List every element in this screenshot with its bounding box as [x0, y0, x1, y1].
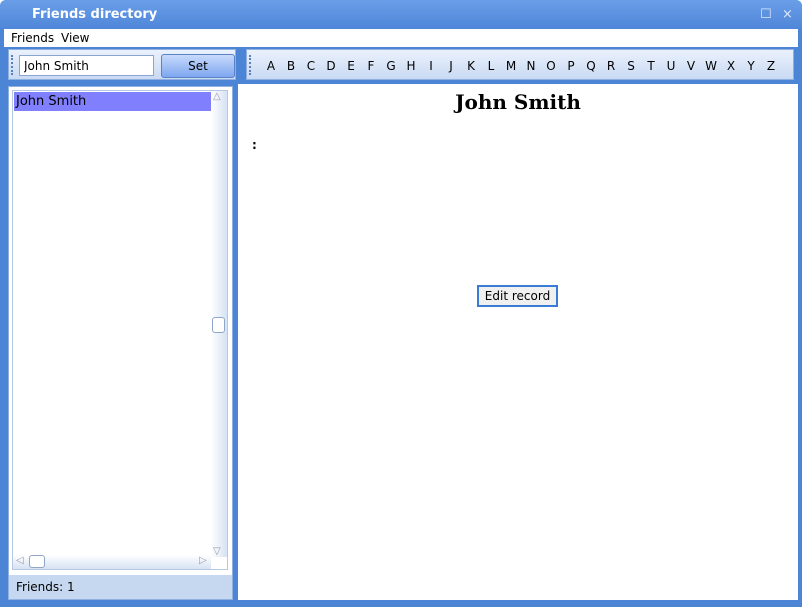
- letter-a-button[interactable]: A: [264, 59, 278, 73]
- scroll-left-icon[interactable]: ◁: [16, 555, 24, 566]
- friends-list[interactable]: John Smith △ ▽ ◁ ▷: [12, 90, 228, 570]
- status-bar: Friends: 1: [9, 575, 232, 599]
- letter-l-button[interactable]: L: [484, 59, 498, 73]
- set-button[interactable]: Set: [161, 54, 235, 78]
- letter-s-button[interactable]: S: [624, 59, 638, 73]
- detail-panel: John Smith : Edit record: [238, 84, 798, 600]
- letter-e-button[interactable]: E: [344, 59, 358, 73]
- scroll-thumb[interactable]: [212, 317, 225, 333]
- field-label: :: [252, 138, 257, 152]
- scroll-up-icon[interactable]: △: [213, 91, 221, 102]
- edit-record-button[interactable]: Edit record: [477, 285, 558, 307]
- letter-v-button[interactable]: V: [684, 59, 698, 73]
- friend-name-heading: John Smith: [455, 90, 581, 114]
- letter-j-button[interactable]: J: [444, 59, 458, 73]
- close-icon[interactable]: ×: [782, 7, 793, 22]
- letter-w-button[interactable]: W: [704, 59, 718, 73]
- vertical-scrollbar[interactable]: △ ▽: [211, 91, 227, 557]
- name-input[interactable]: [19, 55, 154, 76]
- window: Friends directory ☐ × Friends View Set A…: [0, 0, 802, 607]
- letter-y-button[interactable]: Y: [744, 59, 758, 73]
- scroll-right-icon[interactable]: ▷: [199, 555, 207, 566]
- menu-bar: Friends View: [4, 29, 798, 47]
- name-toolbar: Set: [8, 49, 236, 80]
- letter-i-button[interactable]: I: [424, 59, 438, 73]
- letter-h-button[interactable]: H: [404, 59, 418, 73]
- letter-r-button[interactable]: R: [604, 59, 618, 73]
- horizontal-scrollbar[interactable]: ◁ ▷: [13, 555, 211, 569]
- letter-f-button[interactable]: F: [364, 59, 378, 73]
- letter-t-button[interactable]: T: [644, 59, 658, 73]
- letter-q-button[interactable]: Q: [584, 59, 598, 73]
- alphabet-toolbar: ABCDEFGHIJKLMNOPQRSTUVWXYZ: [246, 49, 794, 80]
- maximize-icon[interactable]: ☐: [760, 7, 772, 22]
- letter-p-button[interactable]: P: [564, 59, 578, 73]
- menu-view[interactable]: View: [61, 31, 89, 45]
- letter-b-button[interactable]: B: [284, 59, 298, 73]
- letter-m-button[interactable]: M: [504, 59, 518, 73]
- menu-friends[interactable]: Friends: [11, 31, 54, 45]
- window-title: Friends directory: [32, 7, 158, 22]
- letter-g-button[interactable]: G: [384, 59, 398, 73]
- hscroll-thumb[interactable]: [29, 555, 45, 568]
- friends-panel: John Smith △ ▽ ◁ ▷ Friends: 1: [8, 86, 233, 600]
- scroll-down-icon[interactable]: ▽: [213, 546, 221, 557]
- letter-n-button[interactable]: N: [524, 59, 538, 73]
- letter-z-button[interactable]: Z: [764, 59, 778, 73]
- letter-k-button[interactable]: K: [464, 59, 478, 73]
- letter-c-button[interactable]: C: [304, 59, 318, 73]
- letter-d-button[interactable]: D: [324, 59, 338, 73]
- grip-handle[interactable]: [11, 55, 14, 75]
- letter-u-button[interactable]: U: [664, 59, 678, 73]
- list-item[interactable]: John Smith: [14, 92, 212, 111]
- grip-handle[interactable]: [249, 55, 252, 75]
- title-bar: Friends directory ☐ ×: [0, 0, 802, 29]
- letter-x-button[interactable]: X: [724, 59, 738, 73]
- letter-o-button[interactable]: O: [544, 59, 558, 73]
